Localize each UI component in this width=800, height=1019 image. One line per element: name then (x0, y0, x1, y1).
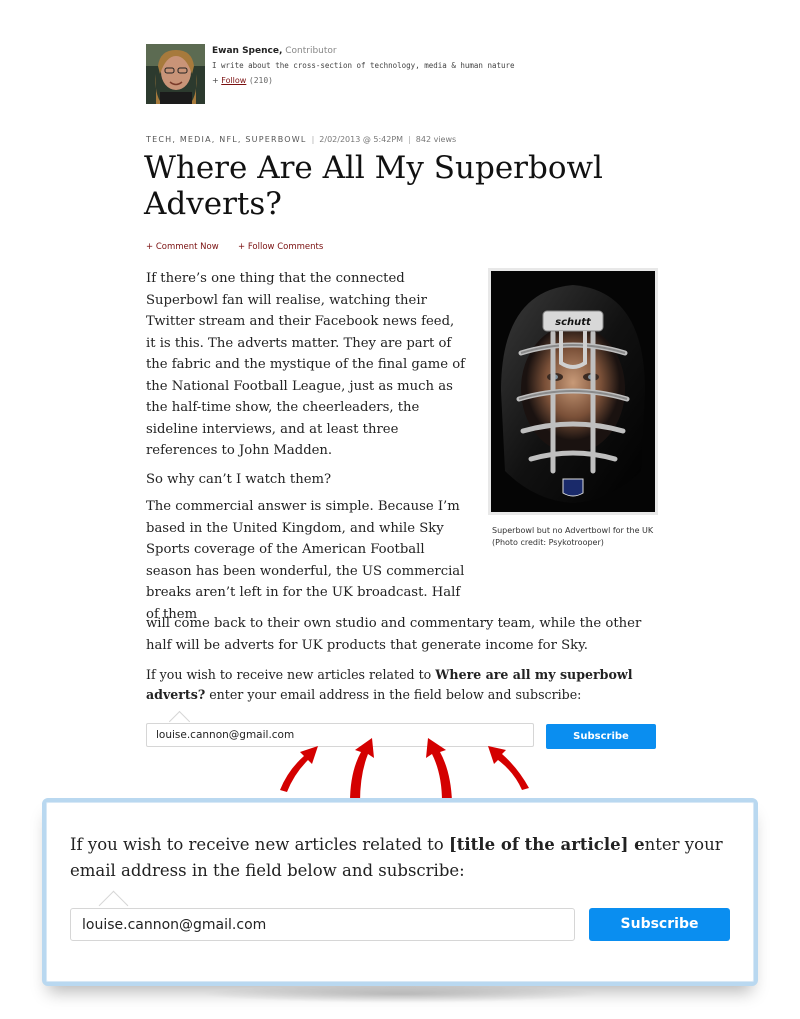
callout-subscribe-button[interactable]: Subscribe (589, 908, 730, 941)
article-views: 842 views (415, 135, 457, 144)
subscribe-button[interactable]: Subscribe (546, 724, 656, 749)
callout-prompt-text: If you wish to receive new articles rela… (70, 835, 449, 854)
paragraph: The commercial answer is simple. Because… (146, 499, 465, 622)
arrow-icon (426, 738, 452, 802)
photo-caption: Superbowl but no Advertbowl for the UK (… (492, 526, 654, 547)
author-role: Contributor (285, 46, 337, 56)
follow-comments-link[interactable]: + Follow Comments (238, 242, 323, 252)
arrow-icon (280, 746, 318, 792)
author-avatar[interactable] (146, 44, 205, 104)
follow-link[interactable]: Follow (221, 76, 246, 85)
article-date: 2/02/2013 @ 5:42PM (319, 135, 404, 144)
author-name-text[interactable]: Ewan Spence, (212, 46, 282, 56)
subscribe-prompt-text: If you wish to receive new articles rela… (146, 667, 436, 682)
follow-plus: + (212, 76, 219, 85)
article-title: Where Are All My Superbowl Adverts? (144, 150, 603, 222)
article-meta: TECH, MEDIA, NFL, SUPERBOWL | 2/02/2013 @ … (146, 135, 456, 144)
helmet-brand: schutt (555, 317, 592, 328)
article-tags[interactable]: TECH, MEDIA, NFL, SUPERBOWL (146, 135, 307, 144)
author-name: Ewan Spence, Contributor (212, 46, 337, 56)
meta-separator: | (408, 135, 411, 144)
follower-count: (210) (248, 76, 273, 85)
follow-line: + Follow (210) (212, 76, 273, 85)
paragraph: So why can’t I watch them? (146, 472, 332, 487)
article-photo[interactable]: schutt (491, 271, 655, 512)
red-arrows-annotation (280, 738, 529, 802)
callout-panel (42, 798, 758, 986)
arrow-icon (488, 746, 529, 790)
callout-email-input[interactable] (70, 908, 575, 941)
subscribe-prompt-text-end: enter your email address in the field be… (205, 687, 582, 702)
callout-title-placeholder: [title of the article] e (448, 835, 645, 854)
author-bio: I write about the cross-section of techn… (212, 61, 515, 70)
football-helmet-image: schutt (491, 271, 655, 512)
callout-prompt: If you wish to receive new articles rela… (70, 832, 730, 884)
arrow-icon (350, 738, 374, 802)
callout-shadow (200, 985, 600, 1003)
author-photo (146, 44, 205, 104)
meta-separator: | (311, 135, 315, 144)
paragraph: will come back to their own studio and c… (146, 616, 642, 653)
comment-now-link[interactable]: + Comment Now (146, 242, 219, 252)
paragraph: If there’s one thing that the connected … (146, 271, 466, 458)
subscribe-prompt: If you wish to receive new articles rela… (146, 665, 646, 705)
